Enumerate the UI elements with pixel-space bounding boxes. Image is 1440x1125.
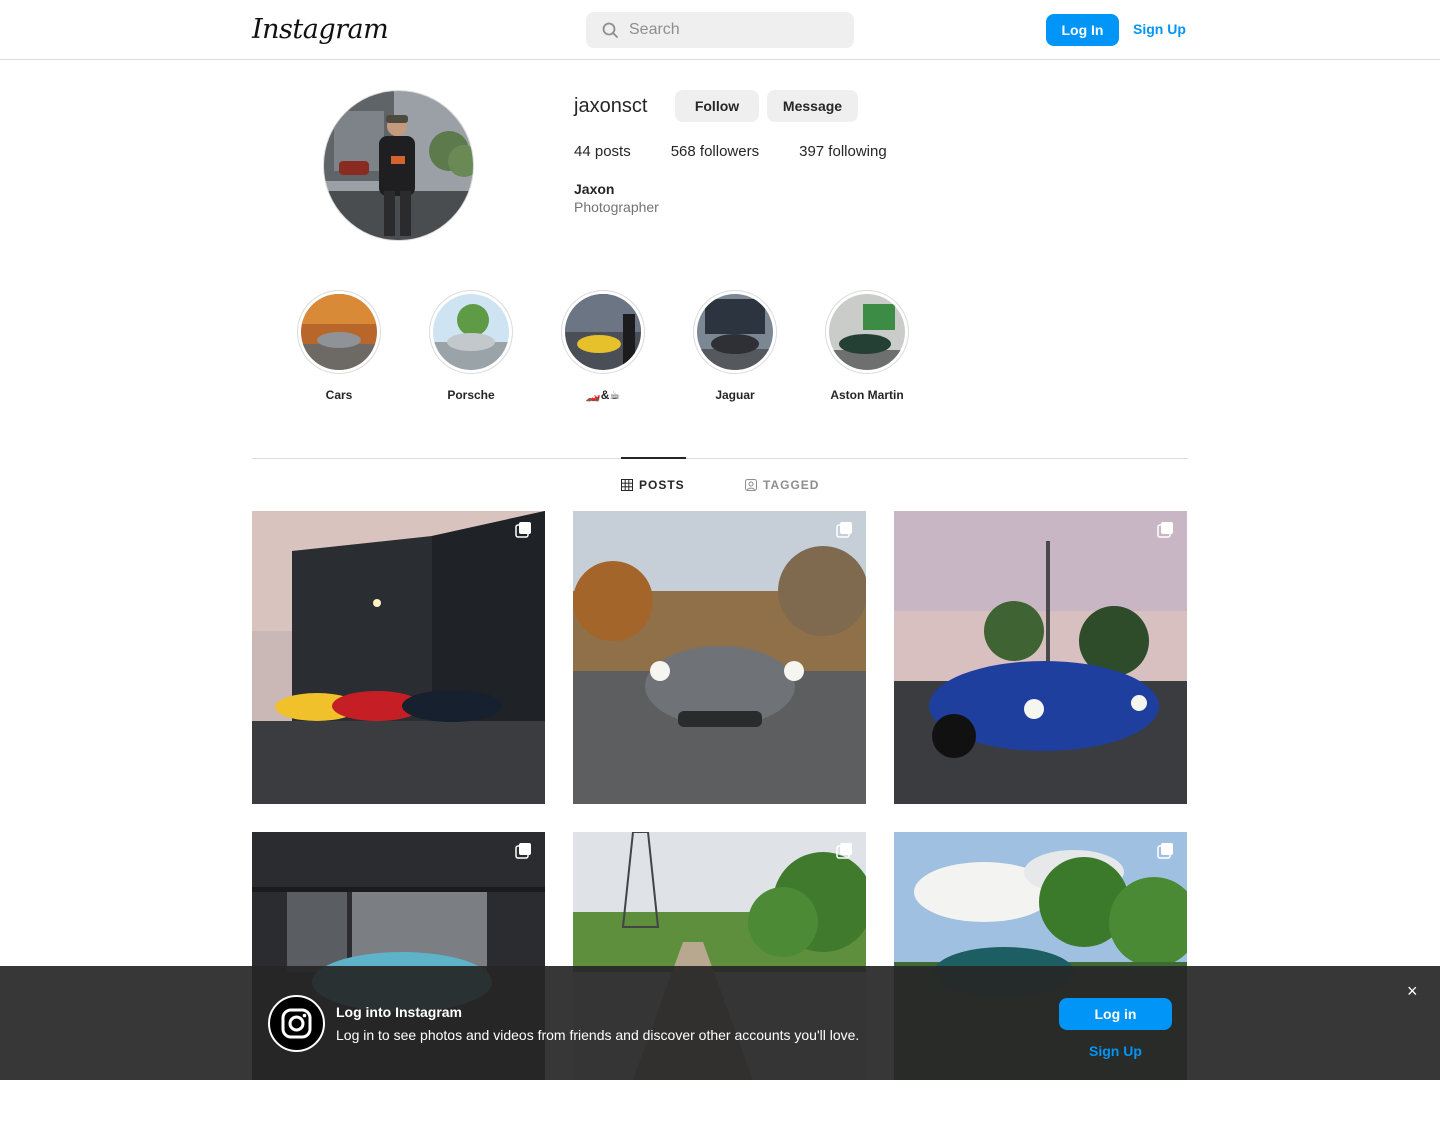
instagram-camera-icon (268, 995, 325, 1052)
profile-full-name: Jaxon (574, 181, 615, 197)
post-tile[interactable] (252, 511, 545, 804)
close-icon[interactable]: × (1407, 981, 1418, 1002)
tag-user-icon (745, 479, 757, 491)
multi-image-icon (1157, 843, 1173, 859)
highlight-aston-martin[interactable]: Aston Martin (817, 290, 917, 402)
post-image (573, 511, 866, 804)
highlight-aston-martin-image (829, 294, 905, 370)
post-tile[interactable] (573, 511, 866, 804)
instagram-logo[interactable]: Instagram (252, 14, 389, 45)
banner-signup-link[interactable]: Sign Up (1089, 1043, 1142, 1059)
profile-bio: Photographer (574, 199, 659, 215)
post-image (252, 511, 545, 804)
follow-button[interactable]: Follow (675, 90, 759, 122)
profile-avatar[interactable] (323, 90, 474, 241)
login-banner: Log into Instagram Log in to see photos … (0, 966, 1440, 1080)
highlight-jaguar-image (697, 294, 773, 370)
search-box[interactable] (586, 12, 854, 48)
tabs-divider (252, 458, 1188, 459)
login-button[interactable]: Log In (1046, 14, 1119, 46)
following-count[interactable]: 397 following (799, 143, 887, 160)
highlight-cars[interactable]: Cars (289, 290, 389, 402)
profile-username: jaxonsct (574, 95, 648, 117)
search-icon (602, 22, 618, 38)
post-tile[interactable] (894, 511, 1187, 804)
banner-subtitle: Log in to see photos and videos from fri… (336, 1027, 860, 1043)
tab-posts[interactable]: POSTS (621, 478, 685, 492)
highlight-emoji[interactable]: 🏎️&☕ (553, 290, 653, 402)
highlight-porsche[interactable]: Porsche (421, 290, 521, 402)
multi-image-icon (515, 522, 531, 538)
post-image (894, 511, 1187, 804)
grid-icon (621, 479, 633, 491)
posts-count: 44 posts (574, 143, 631, 160)
multi-image-icon (1157, 522, 1173, 538)
banner-login-button[interactable]: Log in (1059, 998, 1172, 1030)
multi-image-icon (515, 843, 531, 859)
message-button[interactable]: Message (767, 90, 858, 122)
avatar-photo (324, 91, 473, 240)
top-nav: Instagram Log In Sign Up (0, 0, 1440, 60)
multi-image-icon (836, 843, 852, 859)
highlight-porsche-image (433, 294, 509, 370)
search-input[interactable] (629, 12, 839, 48)
profile-stats: 44 posts 568 followers 397 following (574, 143, 887, 160)
followers-count[interactable]: 568 followers (671, 143, 759, 160)
signup-link[interactable]: Sign Up (1133, 21, 1186, 37)
highlight-emoji-image (565, 294, 641, 370)
tab-active-indicator (621, 457, 686, 459)
multi-image-icon (836, 522, 852, 538)
banner-title: Log into Instagram (336, 1004, 462, 1020)
highlight-cars-image (301, 294, 377, 370)
tab-tagged[interactable]: TAGGED (745, 478, 819, 492)
highlight-jaguar[interactable]: Jaguar (685, 290, 785, 402)
